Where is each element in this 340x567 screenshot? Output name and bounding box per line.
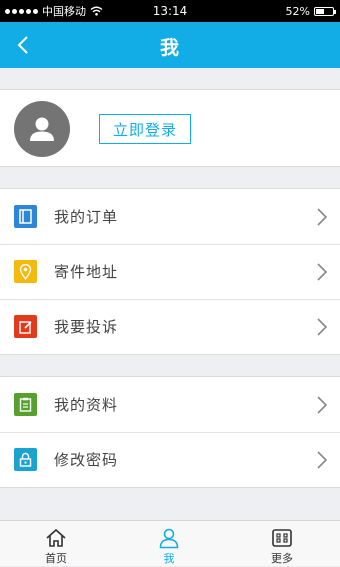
menu-item-password[interactable]: 修改密码 [0, 432, 340, 487]
battery-icon [314, 6, 336, 16]
tab-label: 我 [163, 552, 175, 565]
chevron-right-icon [317, 318, 328, 336]
lock-icon [14, 448, 37, 471]
person-icon [159, 528, 179, 549]
location-pin-icon [14, 260, 37, 283]
menu-group-account: 我的订单 寄件地址 我要投诉 [0, 188, 340, 355]
login-button[interactable]: 立即登录 [99, 114, 191, 144]
nav-bar: 我 [0, 22, 340, 68]
avatar[interactable] [14, 101, 70, 157]
profile-section: 立即登录 [0, 89, 340, 167]
menu-item-profile[interactable]: 我的资料 [0, 377, 340, 432]
page-title: 我 [159, 37, 180, 59]
chevron-right-icon [317, 208, 328, 226]
menu-item-label: 我的资料 [54, 396, 119, 414]
chevron-right-icon [317, 263, 328, 281]
menu-item-address[interactable]: 寄件地址 [0, 244, 340, 299]
menu-item-label: 我的订单 [54, 208, 119, 226]
user-silhouette-icon [30, 117, 54, 141]
home-icon [46, 528, 66, 547]
menu-item-label: 修改密码 [54, 451, 119, 469]
chevron-right-icon [317, 451, 328, 469]
menu-item-orders[interactable]: 我的订单 [0, 189, 340, 244]
clipboard-icon [14, 393, 37, 416]
status-bar: 中国移动 13:14 52% [0, 0, 340, 22]
tab-label: 首页 [45, 552, 67, 565]
menu-group-settings: 我的资料 修改密码 [0, 376, 340, 488]
battery-percent: 52% [285, 4, 310, 18]
menu-item-complaint[interactable]: 我要投诉 [0, 299, 340, 354]
status-right: 52% [285, 0, 336, 22]
menu-item-label: 我要投诉 [54, 318, 119, 336]
more-grid-icon [272, 529, 292, 547]
edit-note-icon [14, 315, 37, 338]
tab-more[interactable]: 更多 [252, 521, 312, 567]
tab-home[interactable]: 首页 [26, 521, 86, 567]
order-book-icon [14, 205, 37, 228]
chevron-right-icon [317, 396, 328, 414]
menu-item-label: 寄件地址 [54, 263, 119, 281]
tab-label: 更多 [271, 552, 293, 565]
tab-bar: 首页 我 更多 [0, 520, 340, 566]
tab-me[interactable]: 我 [139, 521, 199, 567]
